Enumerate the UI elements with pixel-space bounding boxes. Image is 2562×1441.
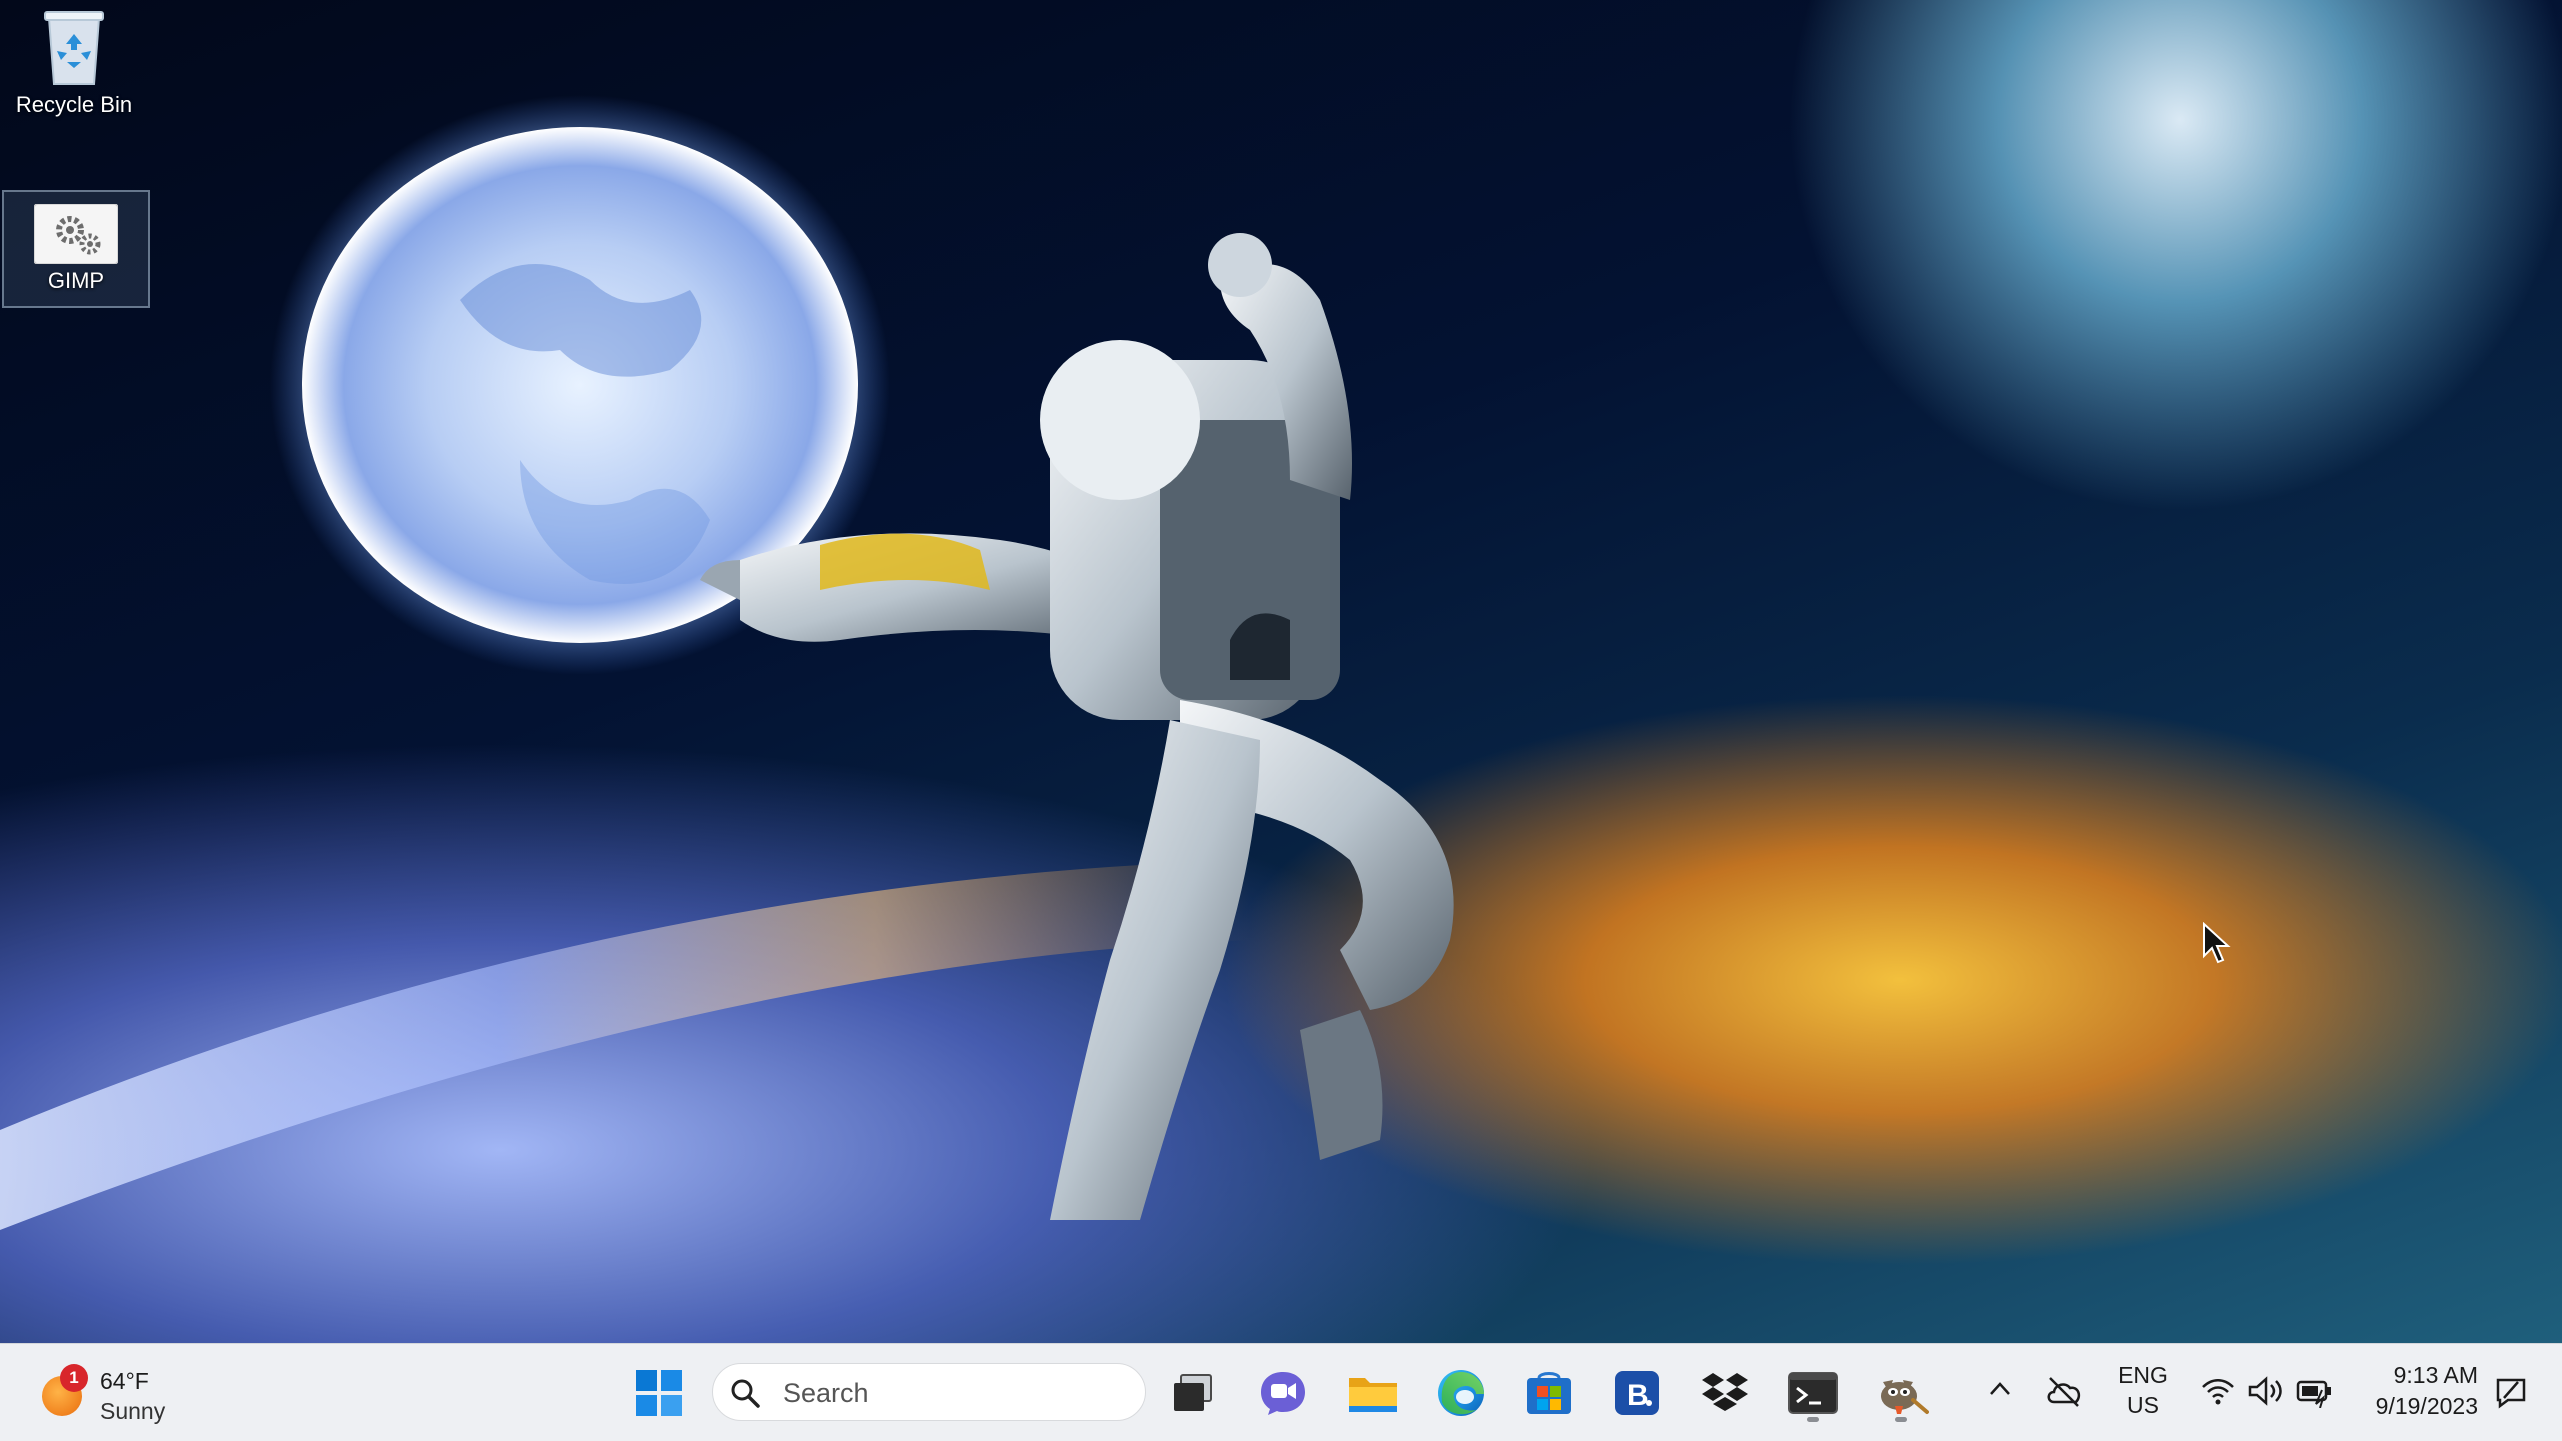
start-button[interactable] [624, 1358, 694, 1428]
cloud-offline-icon[interactable] [2044, 1374, 2084, 1408]
clock-time: 9:13 AM [2393, 1362, 2478, 1388]
gimp-icon [1881, 1380, 1929, 1414]
running-indicator [1895, 1417, 1907, 1422]
gimp-gear-icon [34, 204, 118, 264]
desktop-icon-label: Recycle Bin [15, 92, 133, 117]
dropbox-icon [1702, 1373, 1748, 1411]
battery-charging-icon[interactable] [2296, 1376, 2336, 1408]
language-indicator[interactable]: ENG US [2114, 1360, 2172, 1420]
windows-logo-icon [636, 1370, 682, 1416]
taskbar-app-dropbox[interactable] [1690, 1358, 1760, 1428]
edge-icon [1438, 1370, 1484, 1416]
weather-widget[interactable]: 1 64°F Sunny [34, 1354, 194, 1430]
taskbar-app-terminal[interactable] [1778, 1358, 1848, 1428]
search-icon [731, 1379, 760, 1408]
terminal-icon [1788, 1372, 1838, 1414]
taskbar-app-gimp[interactable] [1866, 1358, 1936, 1428]
clock-date: 9/19/2023 [2375, 1393, 2478, 1419]
wallpaper-moon [0, 95, 1454, 1230]
weather-condition: Sunny [100, 1398, 166, 1424]
recycle-bin-icon [44, 11, 104, 85]
taskbar-app-chat[interactable] [1248, 1358, 1318, 1428]
taskbar-app-b[interactable]: B [1602, 1358, 1672, 1428]
wifi-icon[interactable] [2200, 1376, 2236, 1406]
taskbar-search-box[interactable]: Search [712, 1363, 1146, 1421]
notification-center-icon[interactable] [2494, 1376, 2528, 1410]
taskbar: 1 64°F Sunny Search B ENG US 9:13 AM 9/1… [0, 1343, 2562, 1441]
desktop-icon-label: GIMP [47, 268, 105, 293]
folder-icon [1349, 1378, 1397, 1412]
store-icon [1527, 1372, 1571, 1414]
desktop-icon-recycle-bin[interactable]: Recycle Bin [0, 4, 148, 126]
region-code: US [2127, 1392, 2159, 1418]
chat-icon [1261, 1372, 1305, 1415]
search-placeholder: Search [783, 1378, 869, 1408]
chevron-up-icon[interactable] [1985, 1374, 2015, 1404]
weather-temperature: 64°F [100, 1368, 149, 1394]
mouse-cursor-icon [2203, 922, 2231, 964]
b-app-icon: B [1615, 1371, 1659, 1415]
svg-text:B: B [1627, 1379, 1649, 1412]
volume-icon[interactable] [2247, 1376, 2285, 1406]
language-code: ENG [2118, 1362, 2168, 1388]
task-view-icon [1174, 1374, 1212, 1411]
running-indicator [1807, 1417, 1819, 1422]
desktop-icon-gimp[interactable]: GIMP [2, 190, 150, 308]
taskbar-app-edge[interactable] [1426, 1358, 1496, 1428]
taskbar-app-task-view[interactable] [1158, 1358, 1228, 1428]
desktop[interactable]: Recycle Bin GIMP [0, 0, 2562, 1343]
notification-badge: 1 [60, 1364, 88, 1392]
taskbar-app-store[interactable] [1514, 1358, 1584, 1428]
taskbar-app-file-explorer[interactable] [1338, 1358, 1408, 1428]
system-clock[interactable]: 9:13 AM 9/19/2023 [2352, 1360, 2478, 1422]
